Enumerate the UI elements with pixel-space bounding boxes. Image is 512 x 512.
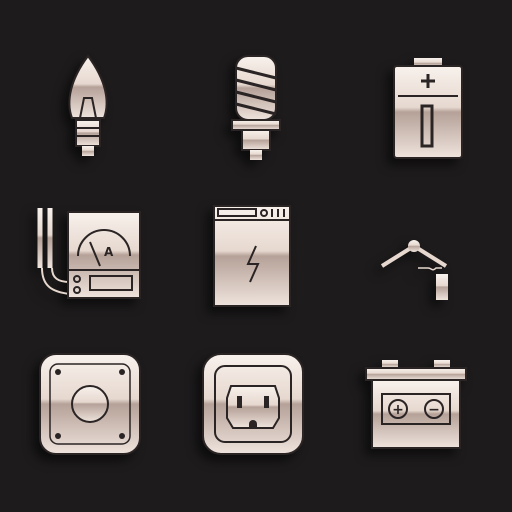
wind-turbine-icon — [346, 190, 486, 330]
battery-icon — [358, 40, 498, 180]
ammeter-icon: A — [22, 190, 162, 330]
electrical-panel-icon — [186, 190, 326, 330]
minus-label: − — [428, 402, 440, 418]
candle-bulb-icon — [18, 40, 158, 180]
electric-switch-icon — [20, 340, 160, 480]
car-battery-icon: + − — [346, 340, 486, 480]
ammeter-label: A — [104, 245, 114, 259]
energy-saving-bulb-icon — [186, 40, 326, 180]
electrical-outlet-icon — [183, 340, 323, 480]
plus-label: + — [392, 402, 404, 418]
